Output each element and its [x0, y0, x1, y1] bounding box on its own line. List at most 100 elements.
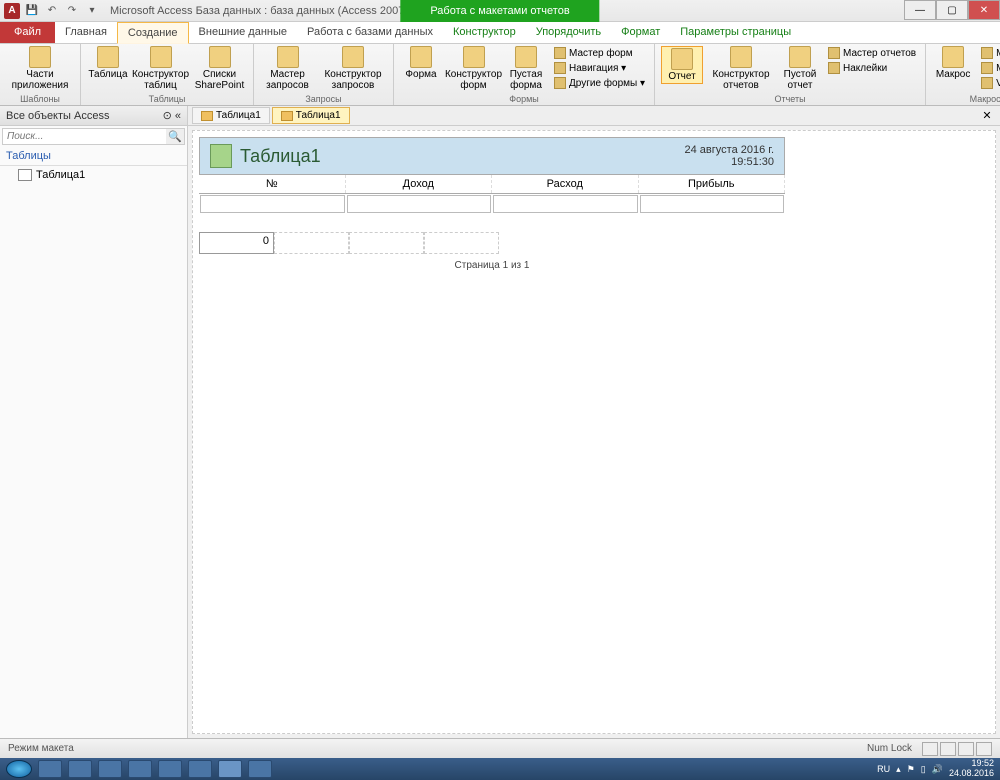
mini-label: Навигация ▾	[569, 63, 626, 74]
tab-database-tools[interactable]: Работа с базами данных	[297, 21, 443, 43]
tab-page-setup[interactable]: Параметры страницы	[670, 21, 801, 43]
tray-network-icon[interactable]: ▯	[921, 764, 926, 775]
start-button[interactable]	[6, 760, 32, 778]
taskbar-explorer-icon[interactable]	[38, 760, 62, 778]
ribbon-button-label: Конструктор форм	[445, 69, 502, 91]
ribbon-mini-button[interactable]: Наклейки	[825, 61, 919, 75]
tray-lang[interactable]: RU	[877, 764, 890, 774]
tray-date: 24.08.2016	[949, 769, 994, 779]
taskbar-vs-icon[interactable]	[188, 760, 212, 778]
taskbar-access-icon[interactable]	[218, 760, 242, 778]
report-empty-cell[interactable]	[349, 232, 424, 254]
ribbon-button[interactable]: Мастер запросов	[260, 46, 315, 91]
ribbon-icon	[97, 46, 119, 68]
ribbon-button[interactable]: Конструктор отчетов	[707, 46, 775, 91]
view-switcher	[922, 742, 992, 756]
view-report-button[interactable]	[922, 742, 938, 756]
report-sum-cell[interactable]: 0	[199, 232, 274, 254]
mini-label: Мастер отчетов	[843, 48, 916, 59]
tab-design[interactable]: Конструктор	[443, 21, 526, 43]
nav-header[interactable]: Все объекты Access ⊙ «	[0, 106, 187, 126]
tray-volume-icon[interactable]: 🔊	[932, 764, 943, 775]
nav-group-tables[interactable]: Таблицы	[0, 147, 187, 166]
report-empty-cell[interactable]	[424, 232, 499, 254]
view-design-button[interactable]	[976, 742, 992, 756]
doc-tab-report[interactable]: Таблица1	[272, 107, 350, 124]
mini-icon	[828, 62, 840, 74]
taskbar-chrome-icon[interactable]	[128, 760, 152, 778]
report: Таблица1 24 августа 2016 г. 19:51:30 № Д…	[199, 137, 785, 271]
report-title[interactable]: Таблица1	[240, 146, 321, 167]
windows-taskbar: RU ▴ ⚑ ▯ 🔊 19:52 24.08.2016	[0, 758, 1000, 780]
file-tab[interactable]: Файл	[0, 21, 55, 43]
titlebar: A 💾 ↶ ↷ ▾ Microsoft Access База данных :…	[0, 0, 1000, 22]
nav-dropdown-icon[interactable]: ⊙ «	[163, 109, 181, 122]
ribbon-button-label: Конструктор отчетов	[707, 69, 775, 91]
ribbon-button[interactable]: Конструктор таблиц	[133, 46, 188, 91]
ribbon-button-label: Таблица	[88, 69, 127, 80]
report-header[interactable]: Таблица1 24 августа 2016 г. 19:51:30	[199, 137, 785, 175]
view-print-button[interactable]	[940, 742, 956, 756]
app-icon[interactable]: A	[4, 3, 20, 19]
tab-arrange[interactable]: Упорядочить	[526, 21, 611, 43]
status-bar: Режим макета Num Lock	[0, 738, 1000, 758]
minimize-button[interactable]: —	[904, 0, 936, 20]
tray-flag-icon[interactable]: ⚑	[907, 764, 915, 775]
report-canvas[interactable]: Таблица1 24 августа 2016 г. 19:51:30 № Д…	[192, 130, 996, 734]
tray-clock[interactable]: 19:52 24.08.2016	[949, 759, 994, 779]
tab-create[interactable]: Создание	[117, 22, 189, 44]
ribbon-button[interactable]: Макрос	[932, 46, 974, 80]
tab-home[interactable]: Главная	[55, 21, 117, 43]
ribbon-mini-button[interactable]: Мастер отчетов	[825, 46, 919, 60]
maximize-button[interactable]: ▢	[936, 0, 968, 20]
search-icon[interactable]: 🔍	[166, 129, 184, 144]
search-input[interactable]	[3, 129, 166, 144]
save-icon[interactable]: 💾	[24, 3, 40, 19]
ribbon-button[interactable]: Отчет	[661, 46, 703, 84]
taskbar-paint-icon[interactable]	[248, 760, 272, 778]
col-profit[interactable]: Прибыль	[639, 175, 786, 193]
ribbon-button[interactable]: Части приложения	[6, 46, 74, 91]
tab-format[interactable]: Формат	[611, 21, 670, 43]
ribbon-icon	[29, 46, 51, 68]
ribbon-button[interactable]: Конструктор форм	[446, 46, 501, 91]
report-data-row[interactable]	[199, 194, 785, 214]
qat-dropdown-icon[interactable]: ▾	[84, 3, 100, 19]
ribbon-button[interactable]: Форма	[400, 46, 442, 80]
page-indicator[interactable]: Страница 1 из 1	[199, 260, 785, 271]
ribbon-icon	[410, 46, 432, 68]
ribbon-icon	[671, 48, 693, 70]
ribbon-button[interactable]: Списки SharePoint	[192, 46, 247, 91]
view-layout-button[interactable]	[958, 742, 974, 756]
ribbon-mini-button[interactable]: Модуль	[978, 46, 1000, 60]
nav-item-label: Таблица1	[36, 169, 85, 181]
report-date[interactable]: 24 августа 2016 г.	[685, 144, 774, 156]
doc-close-button[interactable]: ✕	[980, 109, 994, 123]
ribbon-button[interactable]: Таблица	[87, 46, 129, 80]
ribbon-mini-button[interactable]: Другие формы ▾	[551, 76, 648, 90]
taskbar-skype-icon[interactable]	[158, 760, 182, 778]
ribbon-button-label: Мастер запросов	[260, 69, 315, 91]
ribbon-button[interactable]: Пустой отчет	[779, 46, 821, 91]
ribbon-mini-button[interactable]: Мастер форм	[551, 46, 648, 60]
ribbon-mini-button[interactable]: Навигация ▾	[551, 61, 648, 75]
tab-external-data[interactable]: Внешние данные	[189, 21, 297, 43]
ribbon-button[interactable]: Пустая форма	[505, 46, 547, 91]
taskbar-folder-icon[interactable]	[68, 760, 92, 778]
ribbon-button[interactable]: Конструктор запросов	[319, 46, 387, 91]
redo-icon[interactable]: ↷	[64, 3, 80, 19]
doc-tab-table[interactable]: Таблица1	[192, 107, 270, 124]
nav-item-table1[interactable]: Таблица1	[0, 166, 187, 184]
report-time[interactable]: 19:51:30	[685, 156, 774, 168]
close-button[interactable]: ✕	[968, 0, 1000, 20]
undo-icon[interactable]: ↶	[44, 3, 60, 19]
col-number[interactable]: №	[199, 175, 346, 193]
ribbon-mini-button[interactable]: Visual Basic	[978, 76, 1000, 90]
taskbar-media-icon[interactable]	[98, 760, 122, 778]
tray-up-icon[interactable]: ▴	[896, 764, 901, 775]
ribbon-mini-button[interactable]: Модуль класса	[978, 61, 1000, 75]
ribbon-button-label: Списки SharePoint	[192, 69, 247, 91]
col-expense[interactable]: Расход	[492, 175, 639, 193]
report-empty-cell[interactable]	[274, 232, 349, 254]
col-income[interactable]: Доход	[346, 175, 493, 193]
